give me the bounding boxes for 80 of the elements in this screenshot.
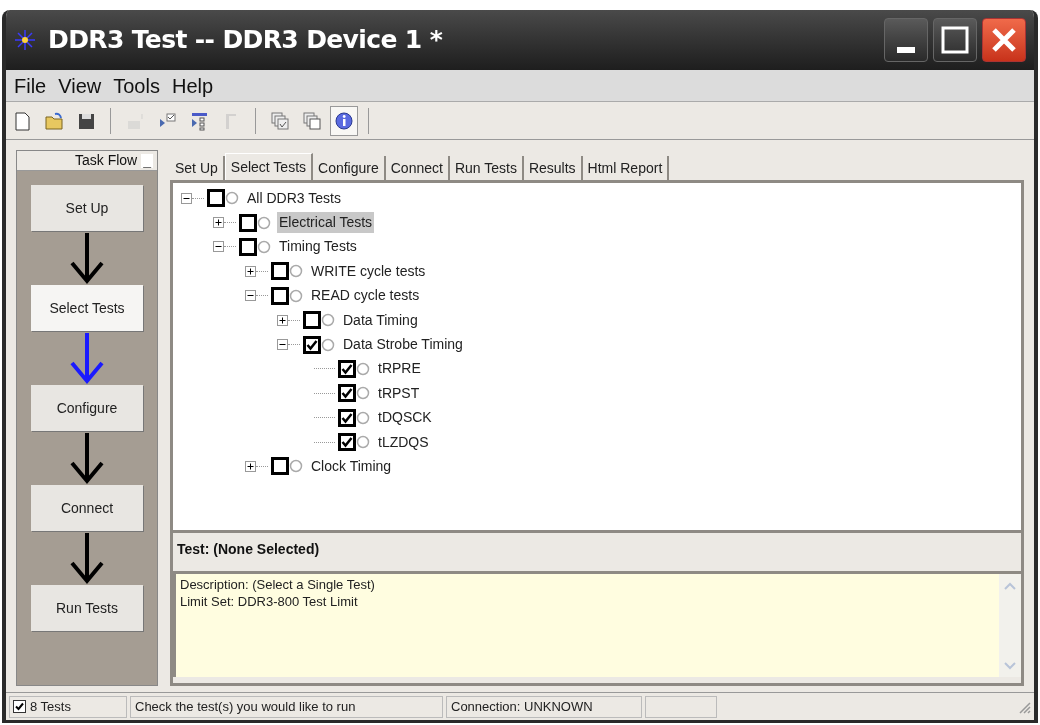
task-flow-step-button[interactable]: Run Tests xyxy=(31,585,143,631)
status-text: 8 Tests xyxy=(30,697,71,716)
minimize-button[interactable] xyxy=(884,18,928,62)
status-circle-icon xyxy=(289,264,303,279)
expand-icon[interactable] xyxy=(245,461,256,472)
panel-title: Task Flow xyxy=(74,151,138,170)
checkbox[interactable] xyxy=(239,213,257,232)
sparkle-icon xyxy=(14,29,36,51)
tab[interactable]: Select Tests xyxy=(224,153,314,181)
menu-item[interactable]: File xyxy=(8,70,53,101)
expand-icon[interactable] xyxy=(277,314,288,326)
tree-item-label[interactable]: tLZDQS xyxy=(376,431,431,453)
menu-item[interactable]: View xyxy=(52,70,108,101)
status-circle-icon xyxy=(257,239,271,254)
checkbox[interactable] xyxy=(338,433,356,452)
resize-grip-icon[interactable] xyxy=(1017,699,1031,714)
tree-item-label[interactable]: All DDR3 Tests xyxy=(245,187,343,209)
expand-icon[interactable] xyxy=(245,265,256,277)
menu-item[interactable]: Help xyxy=(165,70,220,101)
folder-icon xyxy=(44,110,64,131)
minimize-icon xyxy=(897,47,915,53)
collapse-icon[interactable] xyxy=(181,192,192,204)
connection-status: Connection: UNKNOWN xyxy=(451,697,593,716)
checkbox[interactable] xyxy=(338,408,356,427)
tree-item-label[interactable]: WRITE cycle tests xyxy=(309,260,428,282)
status-circle-icon xyxy=(356,410,370,425)
description-line: Description: (Select a Single Test) xyxy=(180,576,376,593)
status-circle-icon xyxy=(225,191,239,206)
tree-item-label[interactable]: Data Timing xyxy=(341,309,420,331)
checkbox[interactable] xyxy=(271,262,289,281)
checkbox[interactable] xyxy=(303,311,321,330)
task-flow-step-button[interactable]: Connect xyxy=(31,485,143,531)
checkbox[interactable] xyxy=(338,359,356,378)
maximize-icon xyxy=(941,26,969,54)
tree-item-label[interactable]: tRPST xyxy=(376,382,422,404)
checkbox[interactable] xyxy=(207,189,225,208)
status-circle-icon xyxy=(289,459,303,474)
tree-item-label[interactable]: Timing Tests xyxy=(277,236,359,258)
tree-item-label[interactable]: tDQSCK xyxy=(376,407,434,429)
checkbox[interactable] xyxy=(13,700,26,713)
collapse-icon[interactable] xyxy=(277,339,288,351)
task-flow-step-button[interactable]: Select Tests xyxy=(31,285,143,331)
status-circle-icon xyxy=(321,313,335,328)
status-circle-icon xyxy=(356,361,370,376)
minimize-button[interactable]: _ xyxy=(141,153,153,168)
checkbox[interactable] xyxy=(239,237,257,256)
info-icon xyxy=(334,110,354,131)
checkbox[interactable] xyxy=(271,286,289,305)
menu-item[interactable]: Tools xyxy=(107,70,166,101)
status-circle-icon xyxy=(321,337,335,352)
run-list-icon xyxy=(189,110,209,131)
tree-item-label[interactable]: tRPRE xyxy=(376,358,423,380)
checkbox[interactable] xyxy=(338,384,356,403)
toolbar-button[interactable] xyxy=(330,105,358,136)
tree-item-label[interactable]: Electrical Tests xyxy=(277,212,375,234)
close-button[interactable] xyxy=(982,18,1026,62)
checkbox[interactable] xyxy=(271,457,289,476)
new-file-icon xyxy=(12,110,32,131)
collapse-icon[interactable] xyxy=(213,241,224,253)
maximize-button[interactable] xyxy=(933,18,977,62)
task-flow-step-button[interactable]: Set Up xyxy=(31,185,143,231)
status-message: Check the test(s) you would like to run xyxy=(135,697,356,716)
stacked-pages-icon xyxy=(270,110,290,131)
checkbox[interactable] xyxy=(303,335,321,354)
close-icon xyxy=(990,26,1018,54)
collapse-icon[interactable] xyxy=(245,290,256,302)
tree-item-label[interactable]: Clock Timing xyxy=(309,456,394,477)
status-circle-icon xyxy=(257,215,271,230)
status-pane xyxy=(645,695,717,718)
expand-icon[interactable] xyxy=(213,217,224,229)
tree-item-label[interactable]: READ cycle tests xyxy=(309,285,422,307)
stacked-pages-icon xyxy=(302,110,322,131)
window-title: DDR3 Test -- DDR3 Device 1 * xyxy=(48,24,443,57)
description-line: Limit Set: DDR3-800 Test Limit xyxy=(180,593,359,610)
status-circle-icon xyxy=(356,386,370,401)
tree-item-label[interactable]: Data Strobe Timing xyxy=(341,334,465,356)
test-heading: Test: (None Selected) xyxy=(177,541,320,557)
status-circle-icon xyxy=(356,435,370,450)
status-circle-icon xyxy=(289,288,303,303)
task-flow-step-button[interactable]: Configure xyxy=(31,385,143,431)
